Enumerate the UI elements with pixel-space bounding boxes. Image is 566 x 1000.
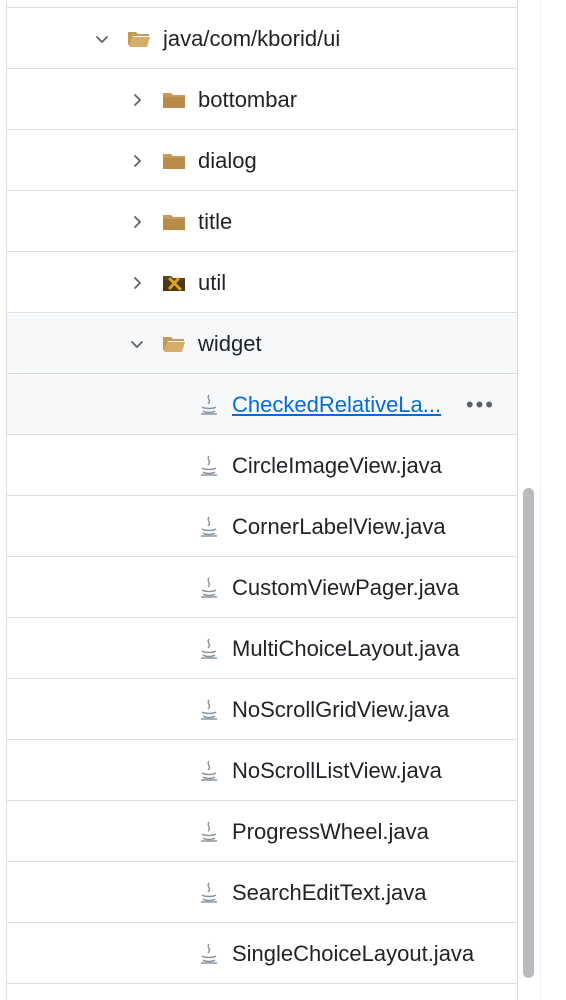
tree-folder-util[interactable]: util <box>7 253 517 313</box>
java-file-icon <box>198 393 220 417</box>
tree-folder-dialog[interactable]: dialog <box>7 131 517 191</box>
tree-file-label: NoScrollListView.java <box>232 757 442 783</box>
tree-file-label[interactable]: CheckedRelativeLa... <box>232 392 441 418</box>
tree-folder-title[interactable]: title <box>7 192 517 252</box>
java-file-icon <box>198 759 220 783</box>
folder-tools-icon <box>162 273 186 293</box>
folder-open-icon <box>162 334 186 354</box>
tree-folder-label: widget <box>198 330 262 356</box>
chevron-right-icon[interactable] <box>126 211 148 233</box>
folder-icon <box>162 151 186 171</box>
tree-folder-label: title <box>198 208 233 234</box>
tree-folder-widget[interactable]: widget <box>7 314 517 374</box>
tree-file-multichoicelayout[interactable]: MultiChoiceLayout.java <box>7 619 517 679</box>
tree-file-circleimageview[interactable]: CircleImageView.java <box>7 436 517 496</box>
tree-file-label: CornerLabelView.java <box>232 513 446 539</box>
java-file-icon <box>198 454 220 478</box>
tree-file-customviewpager[interactable]: CustomViewPager.java <box>7 558 517 618</box>
tree-file-label: SingleChoiceLayout.java <box>232 940 475 966</box>
tree-folder-java-com-kborid-ui[interactable]: java/com/kborid/ui <box>7 9 517 69</box>
chevron-down-icon[interactable] <box>91 28 113 50</box>
tree-folder-label: util <box>198 269 227 295</box>
tree-file-cornerlabelview[interactable]: CornerLabelView.java <box>7 497 517 557</box>
chevron-right-icon[interactable] <box>126 150 148 172</box>
tree-file-label: CircleImageView.java <box>232 452 442 478</box>
tree-file-label: CustomViewPager.java <box>232 574 460 600</box>
java-file-icon <box>198 637 220 661</box>
tree-file-label: NoScrollGridView.java <box>232 696 450 722</box>
tree-row-partial <box>7 0 517 8</box>
java-file-icon <box>198 576 220 600</box>
tree-file-singlechoicelayout[interactable]: SingleChoiceLayout.java <box>7 924 517 984</box>
java-file-icon <box>198 515 220 539</box>
tree-file-searchedittext[interactable]: SearchEditText.java <box>7 863 517 923</box>
folder-icon <box>162 90 186 110</box>
tree-folder-label: bottombar <box>198 86 298 112</box>
java-file-icon <box>198 698 220 722</box>
tree-folder-bottombar[interactable]: bottombar <box>7 70 517 130</box>
chevron-right-icon[interactable] <box>126 272 148 294</box>
tree-file-label: SearchEditText.java <box>232 879 427 905</box>
more-options-icon[interactable]: ••• <box>466 392 495 418</box>
chevron-down-icon[interactable] <box>126 333 148 355</box>
folder-icon <box>162 212 186 232</box>
tree-file-noscrollgridview[interactable]: NoScrollGridView.java <box>7 680 517 740</box>
tree-file-noscrolllistview[interactable]: NoScrollListView.java <box>7 741 517 801</box>
scrollbar-thumb[interactable] <box>523 488 534 978</box>
chevron-right-icon[interactable] <box>126 89 148 111</box>
tree-folder-label: dialog <box>198 147 257 173</box>
file-tree: java/com/kborid/ui bottombar dialog titl… <box>6 0 518 1000</box>
tree-file-label: MultiChoiceLayout.java <box>232 635 460 661</box>
java-file-icon <box>198 820 220 844</box>
tree-file-progresswheel[interactable]: ProgressWheel.java <box>7 802 517 862</box>
folder-open-icon <box>127 29 151 49</box>
java-file-icon <box>198 942 220 966</box>
java-file-icon <box>198 881 220 905</box>
tree-file-label: ProgressWheel.java <box>232 818 429 844</box>
tree-folder-label: java/com/kborid/ui <box>163 25 341 51</box>
tree-file-checkedrelativelayout[interactable]: CheckedRelativeLa... ••• <box>7 375 517 435</box>
scrollbar-track[interactable] <box>540 0 566 1000</box>
